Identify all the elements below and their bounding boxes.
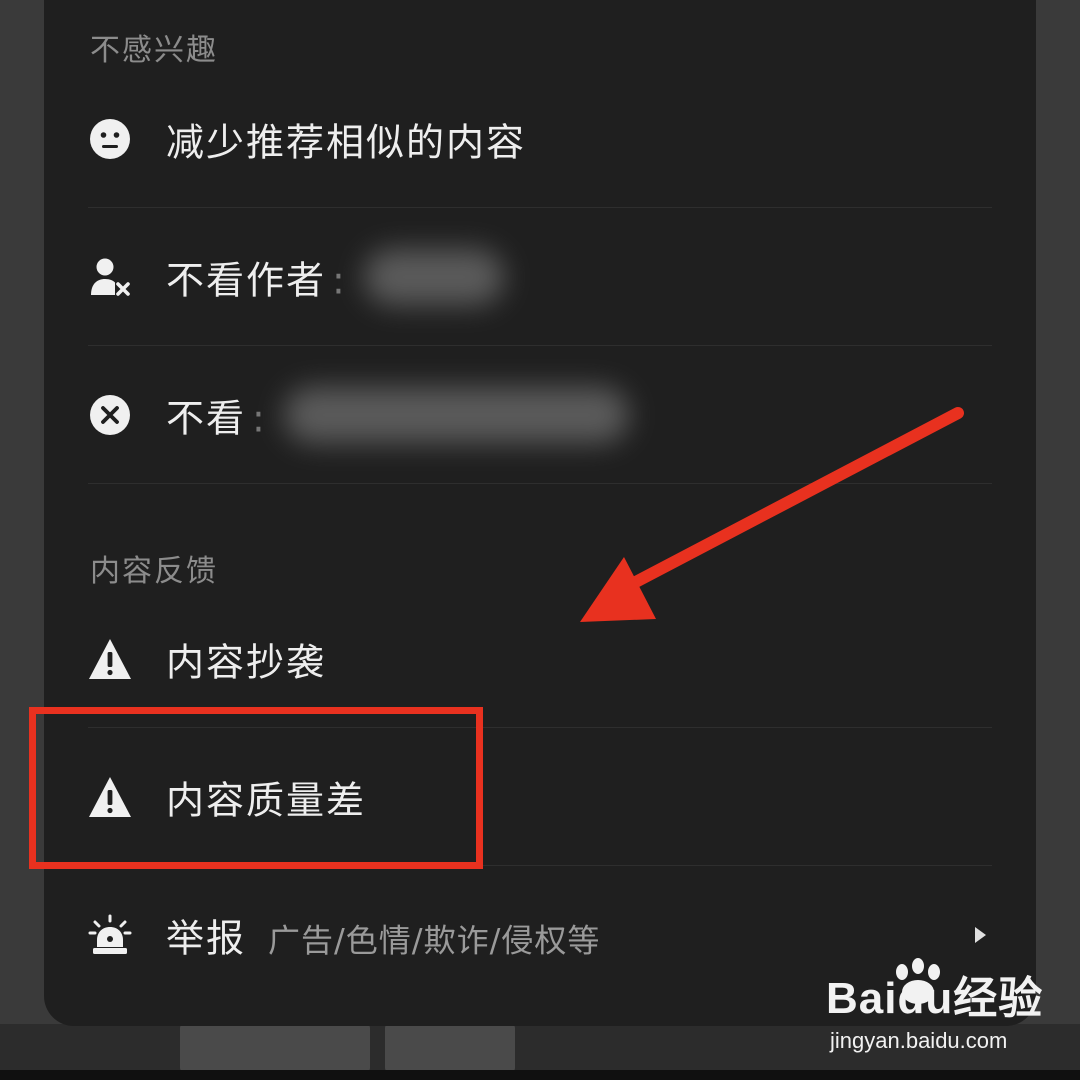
watermark-url: jingyan.baidu.com <box>830 1028 1008 1053</box>
annotation-arrow-icon <box>580 407 964 622</box>
paw-logo-icon <box>896 958 940 1004</box>
baidu-watermark: Baidu经验 jingyan.baidu.com <box>826 958 1043 1054</box>
